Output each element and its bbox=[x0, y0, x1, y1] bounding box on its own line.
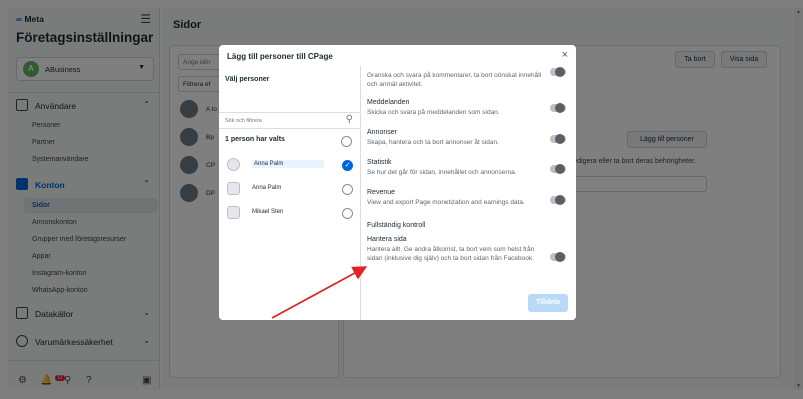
annotation-arrow bbox=[271, 266, 368, 319]
